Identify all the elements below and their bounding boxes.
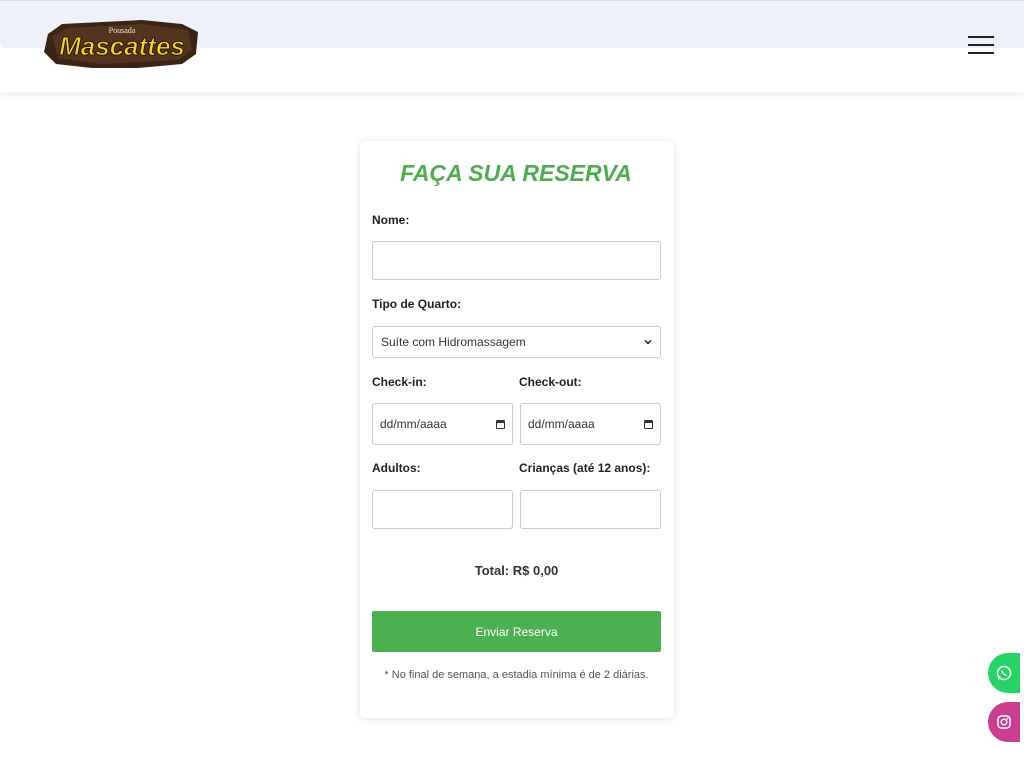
calendar-icon[interactable] <box>496 419 505 429</box>
room-type-select[interactable]: Suíte com Hidromassagem <box>372 326 661 358</box>
whatsapp-icon <box>996 665 1012 681</box>
name-label: Nome: <box>372 213 410 227</box>
room-type-value: Suíte com Hidromassagem <box>381 335 526 349</box>
name-input[interactable] <box>372 241 661 280</box>
room-type-label: Tipo de Quarto: <box>372 297 462 311</box>
total-price: Total: R$ 0,00 <box>474 563 559 578</box>
instagram-icon <box>997 715 1011 729</box>
menu-line <box>968 52 994 54</box>
logo-text: Mascattes <box>59 31 185 61</box>
menu-line <box>968 44 994 46</box>
checkin-date-input[interactable]: dd/mm/aaaa <box>372 403 513 445</box>
site-header: Pousada Mascattes <box>0 0 1024 92</box>
children-label: Crianças (até 12 anos): <box>519 461 651 475</box>
hamburger-menu-icon[interactable] <box>966 34 996 56</box>
form-title: FAÇA SUA RESERVA <box>400 160 632 186</box>
submit-reservation-button[interactable]: Enviar Reserva <box>372 611 661 652</box>
checkout-label: Check-out: <box>519 375 582 389</box>
checkin-label: Check-in: <box>372 375 427 389</box>
instagram-button[interactable] <box>988 702 1020 742</box>
chevron-down-icon <box>644 339 652 345</box>
calendar-icon[interactable] <box>644 419 653 429</box>
brand-logo[interactable]: Pousada Mascattes <box>42 18 200 70</box>
checkin-value: dd/mm/aaaa <box>380 417 447 431</box>
weekend-note: * No final de semana, a estadia mínima é… <box>384 669 649 681</box>
adults-label: Adultos: <box>372 461 421 475</box>
menu-line <box>968 36 994 38</box>
children-input[interactable] <box>520 490 661 529</box>
whatsapp-button[interactable] <box>988 653 1020 693</box>
checkout-date-input[interactable]: dd/mm/aaaa <box>520 403 661 445</box>
adults-input[interactable] <box>372 490 513 529</box>
checkout-value: dd/mm/aaaa <box>528 417 595 431</box>
